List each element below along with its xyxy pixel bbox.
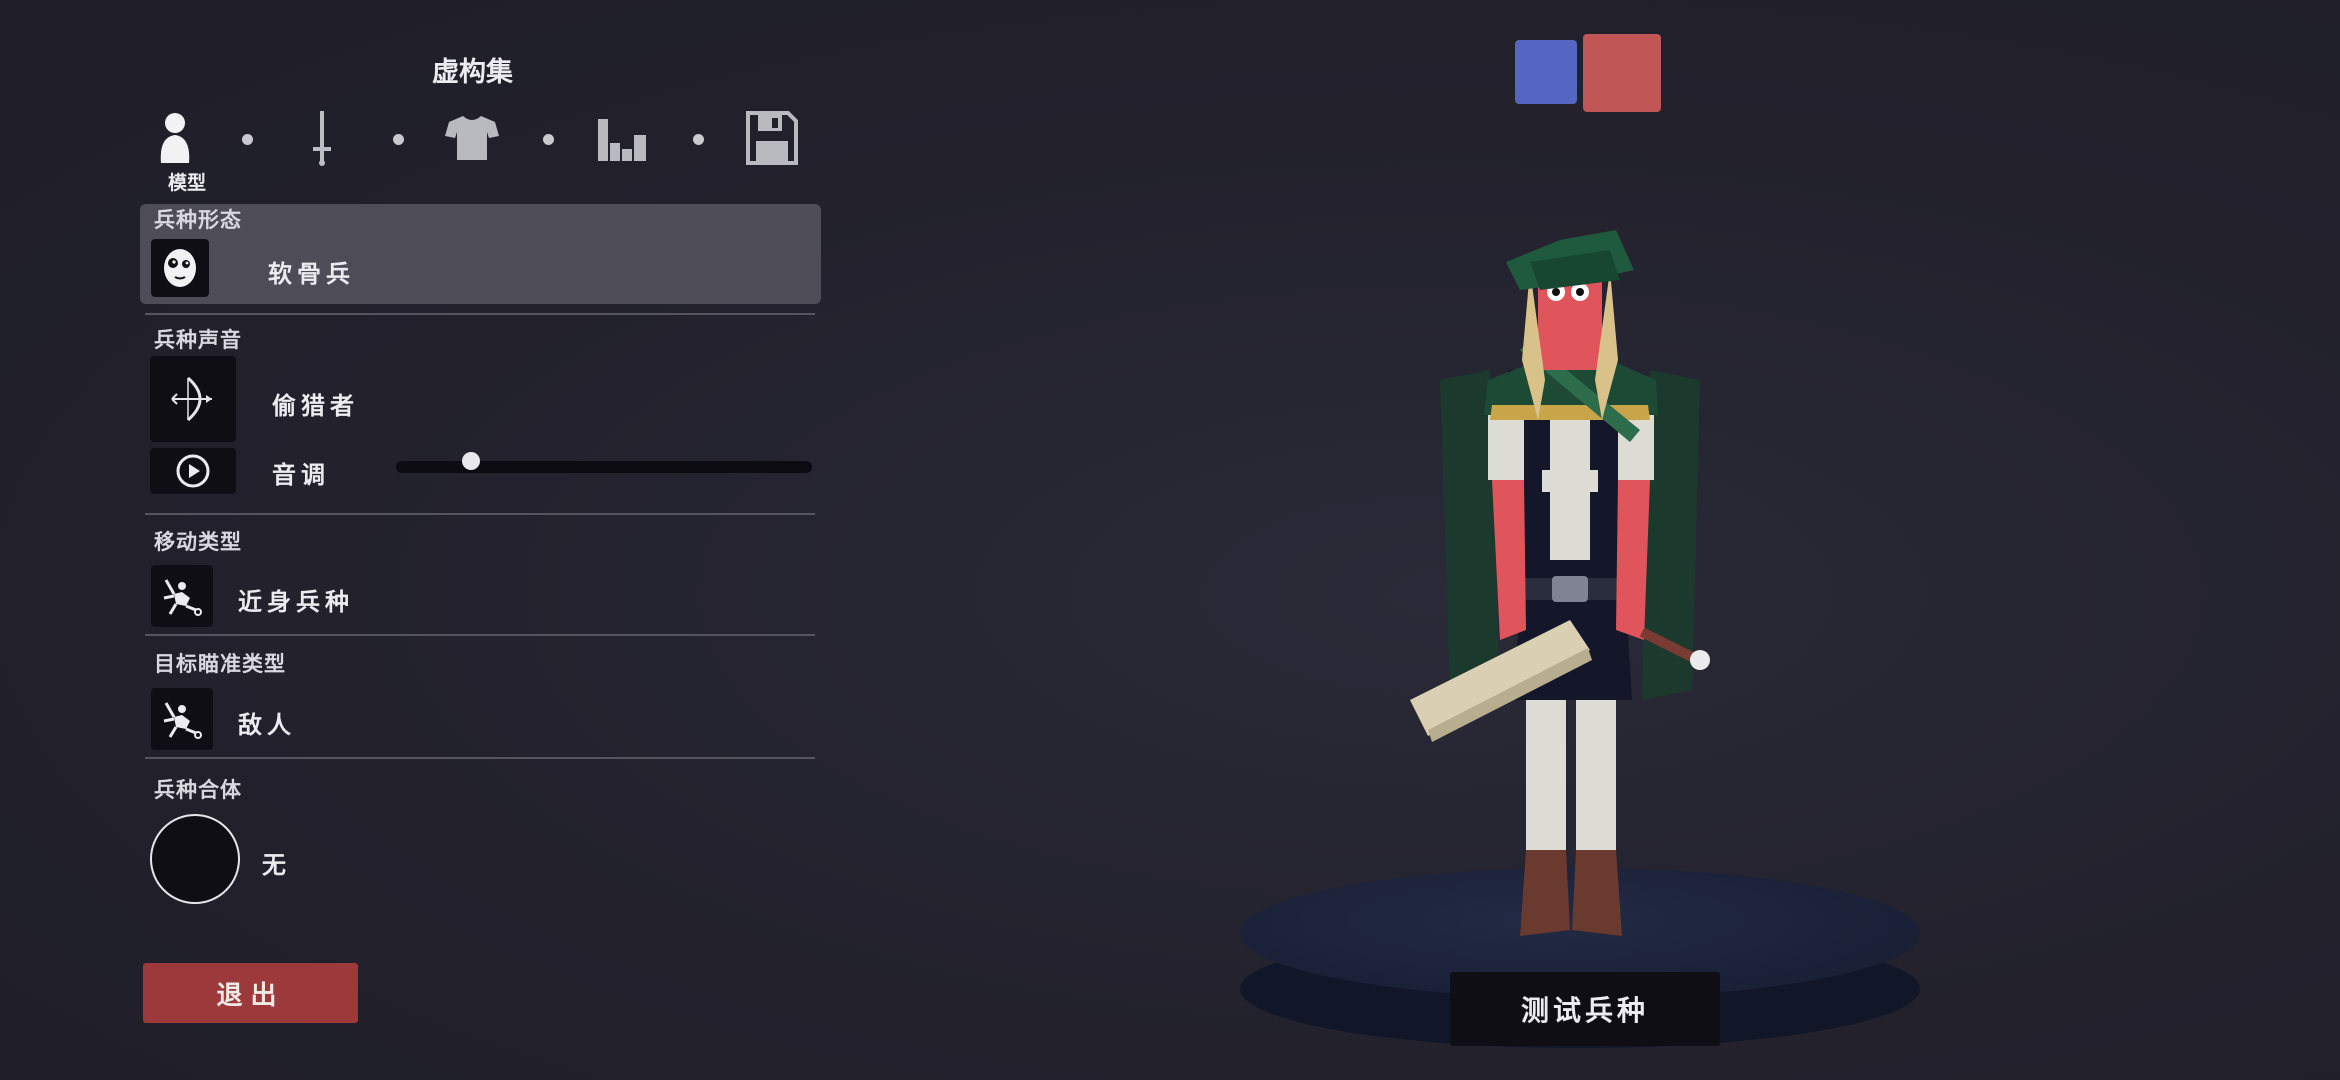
- unit-combine-slot[interactable]: [150, 814, 240, 904]
- movement-type-value: 近身兵种: [238, 588, 354, 616]
- play-icon: [176, 454, 210, 488]
- tab-save[interactable]: [742, 108, 802, 168]
- pitch-slider[interactable]: [396, 461, 812, 473]
- melee-unit-icon: [163, 579, 202, 616]
- unit-voice-value: 偷猎者: [272, 392, 359, 420]
- divider: [145, 757, 815, 759]
- tab-abilities[interactable]: [592, 108, 652, 168]
- divider: [145, 313, 815, 315]
- target-type-icon-box[interactable]: [151, 688, 213, 750]
- test-unit-button[interactable]: 测试兵种: [1450, 972, 1720, 1046]
- tab-separator-dot: [242, 134, 253, 145]
- melee-unit-icon: [163, 702, 202, 739]
- unit-form-label: 兵种形态: [154, 208, 242, 232]
- bow-icon: [171, 376, 212, 422]
- tab-clothing[interactable]: [442, 108, 502, 168]
- unit-form-value: 软骨兵: [268, 260, 355, 288]
- floppy-disk-icon: [746, 111, 798, 165]
- tab-model-label: 模型: [167, 172, 206, 194]
- divider: [145, 513, 815, 515]
- unit-combine-value: 无: [262, 851, 291, 879]
- category-tabs: 模型: [140, 100, 805, 200]
- bars-icon: [598, 119, 646, 161]
- shirt-icon: [445, 116, 499, 160]
- tab-separator-dot: [543, 134, 554, 145]
- divider: [145, 634, 815, 636]
- target-type-label: 目标瞄准类型: [154, 652, 286, 676]
- ragdoll-face-icon: [164, 249, 196, 287]
- faction-title: 虚构集: [432, 57, 513, 88]
- movement-type-label: 移动类型: [154, 530, 242, 554]
- team-color-red-swatch[interactable]: [1583, 34, 1661, 112]
- tab-separator-dot: [393, 134, 404, 145]
- pitch-slider-handle[interactable]: [461, 452, 480, 470]
- movement-type-icon-box[interactable]: [151, 565, 213, 627]
- pitch-label: 音调: [272, 461, 330, 489]
- unit-combine-label: 兵种合体: [154, 778, 242, 802]
- unit-voice-label: 兵种声音: [154, 328, 242, 352]
- tab-weapons[interactable]: [292, 108, 352, 168]
- target-type-value: 敌人: [238, 711, 296, 739]
- unit-voice-icon-box[interactable]: [150, 356, 236, 442]
- unit-form-row[interactable]: [140, 204, 821, 304]
- voice-play-button[interactable]: [150, 448, 236, 494]
- team-color-blue-swatch[interactable]: [1515, 40, 1577, 104]
- tab-model[interactable]: [145, 108, 205, 168]
- tab-separator-dot: [693, 134, 704, 145]
- unit-form-icon-box[interactable]: [151, 239, 209, 297]
- person-icon: [160, 113, 190, 163]
- exit-button[interactable]: 退出: [143, 963, 358, 1023]
- unit-creator-screen: 虚构集 模型 兵种形态 软骨兵 兵种声音 偷猎者 音调 移动类型 近身兵种 目标…: [0, 0, 2340, 1080]
- unit-preview: [1410, 230, 1710, 936]
- sword-icon: [313, 111, 331, 166]
